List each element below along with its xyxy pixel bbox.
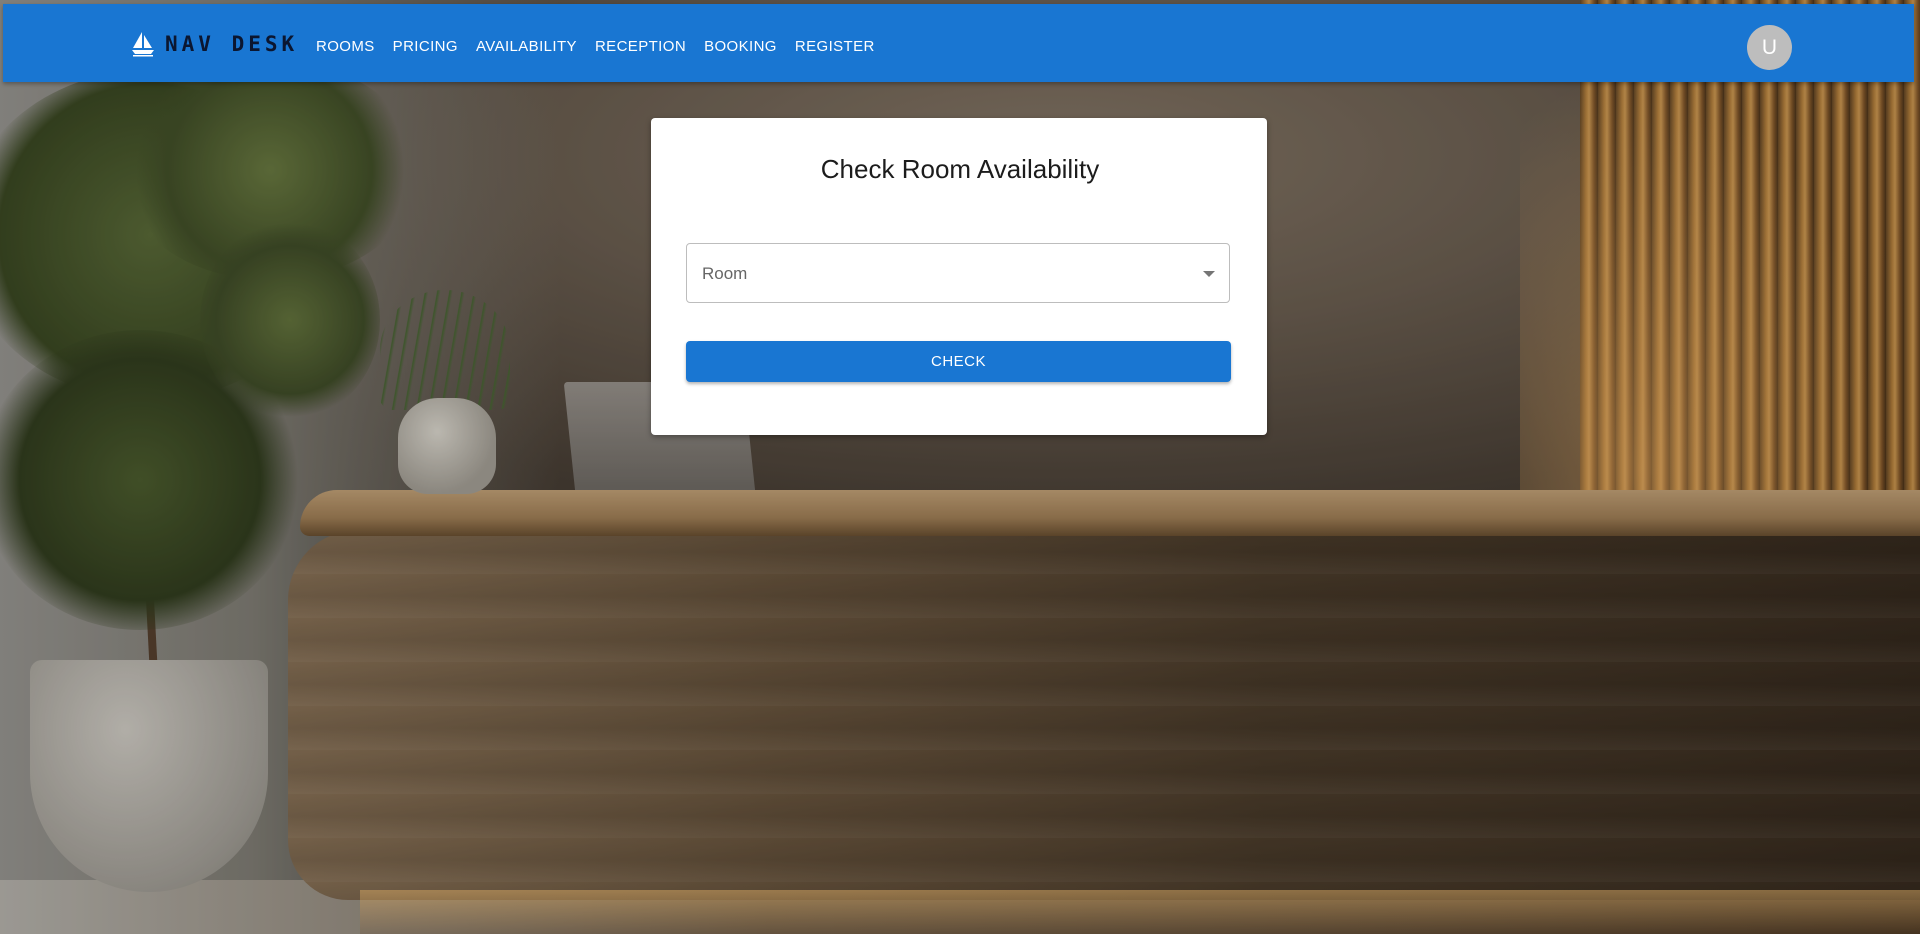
- nav-item-register[interactable]: REGISTER: [786, 28, 884, 65]
- nav-item-reception[interactable]: RECEPTION: [586, 28, 695, 65]
- nav-item-pricing[interactable]: PRICING: [384, 28, 467, 65]
- sailboat-icon: [131, 31, 155, 57]
- room-select-label: Room: [702, 264, 748, 283]
- app-bar: NAV DESK ROOMS PRICING AVAILABILITY RECE…: [3, 4, 1914, 82]
- caret-down-icon: [1203, 271, 1215, 277]
- nav-item-rooms[interactable]: ROOMS: [307, 28, 384, 65]
- nav-item-booking[interactable]: BOOKING: [695, 28, 786, 65]
- brand-logo[interactable]: NAV DESK: [131, 31, 298, 57]
- user-avatar[interactable]: U: [1747, 25, 1792, 70]
- brand-name: NAV DESK: [165, 32, 299, 56]
- room-select[interactable]: Room: [686, 243, 1230, 303]
- page: NAV DESK ROOMS PRICING AVAILABILITY RECE…: [0, 0, 1920, 934]
- nav-item-availability[interactable]: AVAILABILITY: [467, 28, 586, 65]
- page-title: Check Room Availability: [820, 154, 1100, 184]
- main-nav: ROOMS PRICING AVAILABILITY RECEPTION BOO…: [307, 28, 884, 65]
- check-button[interactable]: CHECK: [686, 341, 1231, 382]
